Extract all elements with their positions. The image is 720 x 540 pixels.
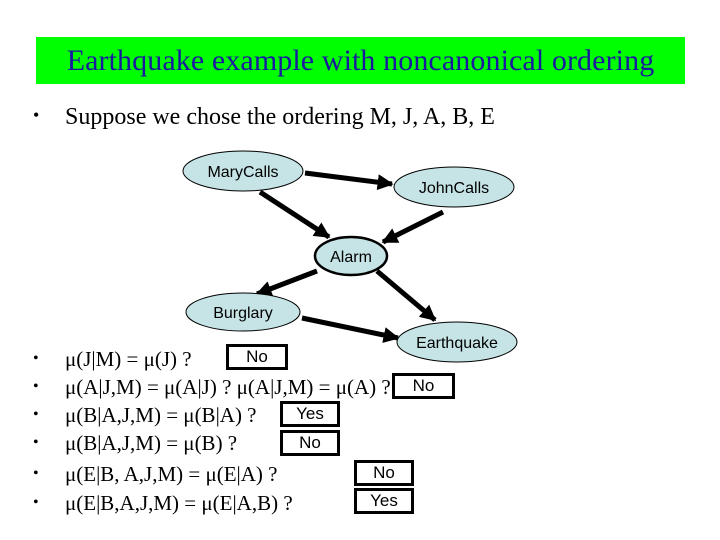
answer-box: No [354, 460, 414, 486]
edge-arrow-J-A [381, 209, 445, 245]
question-text: μ(E|B,A,J,M) = μ(E|A,B) ? [65, 490, 293, 515]
bayes-network-diagram: MaryCalls JohnCalls Alarm Burglary Earthquak… [182, 150, 518, 363]
bullet-icon: • [33, 494, 39, 511]
bullet-icon: • [33, 350, 39, 367]
question-text: μ(E|B, A,J,M) = μ(E|A) ? [65, 461, 278, 486]
node-johncalls: JohnCalls [393, 166, 515, 208]
node-label: Alarm [330, 249, 372, 266]
answer-box: Yes [280, 401, 340, 427]
question-item: • μ(E|B, A,J,M) = μ(E|A) ? [33, 460, 278, 488]
node-label: Burglary [213, 305, 273, 322]
question-item: • μ(B|A,J,M) = μ(B) ? [33, 429, 237, 457]
node-marycalls: MaryCalls [182, 150, 304, 192]
node-burglary: Burglary [185, 292, 301, 332]
question-text: μ(J|M) = μ(J) ? [65, 346, 192, 371]
bullet-icon: • [33, 406, 39, 423]
edge-arrow-M-J [304, 170, 394, 191]
question-item: • μ(B|A,J,M) = μ(B|A) ? [33, 401, 257, 429]
node-label: MaryCalls [207, 164, 278, 181]
question-item: • μ(E|B,A,J,M) = μ(E|A,B) ? [33, 489, 293, 517]
bullet-icon: • [33, 378, 39, 395]
edge-arrow-A-E [375, 269, 437, 322]
edge-arrow-A-B [255, 268, 318, 297]
node-label: Earthquake [416, 335, 498, 352]
answer-box: No [280, 430, 340, 456]
bullet-icon: • [33, 465, 39, 482]
answer-box: No [226, 344, 288, 370]
question-text: μ(B|A,J,M) = μ(B) ? [65, 430, 238, 455]
edge-arrow-M-A [258, 189, 331, 240]
answer-box: No [392, 373, 455, 399]
question-text: μ(B|A,J,M) = μ(B|A) ? [65, 402, 257, 427]
bullet-icon: • [33, 434, 39, 451]
node-earthquake: Earthquake [396, 321, 518, 363]
edge-arrow-B-E [301, 315, 400, 343]
question-item: • μ(J|M) = μ(J) ? [33, 345, 192, 373]
node-label: JohnCalls [419, 180, 489, 197]
question-text: μ(A|J,M) = μ(A|J) ? μ(A|J,M) = μ(A) ? [65, 374, 391, 399]
node-alarm: Alarm [313, 235, 389, 277]
question-item: • μ(A|J,M) = μ(A|J) ? μ(A|J,M) = μ(A) ? [33, 373, 391, 401]
answer-box: Yes [354, 488, 414, 514]
